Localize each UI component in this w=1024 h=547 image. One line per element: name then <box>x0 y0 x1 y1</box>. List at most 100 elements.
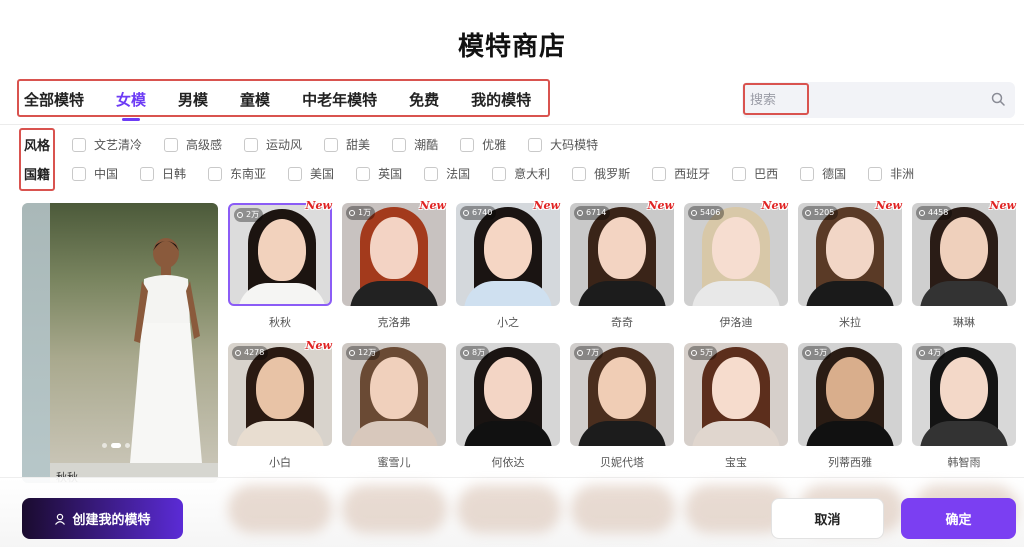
view-count: 4458 <box>928 208 949 217</box>
checkbox[interactable] <box>492 166 507 181</box>
model-photo: 12万 <box>342 343 446 446</box>
nationality-option[interactable]: 意大利 <box>492 165 550 182</box>
nationality-option[interactable]: 俄罗斯 <box>572 165 630 182</box>
carousel-dots <box>102 443 130 448</box>
style-option[interactable]: 优雅 <box>460 136 506 153</box>
checkbox[interactable] <box>140 166 155 181</box>
nationality-option[interactable]: 非洲 <box>868 165 914 182</box>
checkbox[interactable] <box>164 137 179 152</box>
search-icon[interactable] <box>991 92 1005 106</box>
view-count-badge: 4458 <box>916 206 953 220</box>
nationality-option[interactable]: 西班牙 <box>652 165 710 182</box>
nationality-option[interactable]: 巴西 <box>732 165 778 182</box>
model-face <box>484 357 532 419</box>
nationality-option[interactable]: 英国 <box>356 165 402 182</box>
model-photo: 5406 <box>684 203 788 306</box>
eye-icon <box>463 350 469 356</box>
checkbox[interactable] <box>208 166 223 181</box>
model-face <box>370 217 418 279</box>
model-card[interactable]: 4458 New 琳琳 <box>912 199 1016 330</box>
model-card[interactable]: 8万 何依达 <box>456 343 560 470</box>
view-count-badge: 4万 <box>916 346 946 360</box>
cancel-button[interactable]: 取消 <box>771 498 884 539</box>
checkbox[interactable] <box>572 166 587 181</box>
model-card[interactable]: 5万 列蒂西雅 <box>798 343 902 470</box>
carousel-dot[interactable] <box>102 443 107 448</box>
checkbox[interactable] <box>732 166 747 181</box>
checkbox[interactable] <box>356 166 371 181</box>
model-name: 韩智雨 <box>947 456 981 469</box>
checkbox[interactable] <box>868 166 883 181</box>
model-card[interactable]: 4278 New 小白 <box>228 339 332 470</box>
model-face <box>258 219 306 281</box>
view-count-badge: 8万 <box>460 346 490 360</box>
model-face <box>826 217 874 279</box>
carousel-dot[interactable] <box>125 443 130 448</box>
style-filter-row: 风格 文艺清冷 高级感 运动风 甜美 潮酷 优雅 大码模特 <box>24 135 620 154</box>
featured-model-carousel[interactable]: 秋秋 <box>22 203 218 483</box>
view-count-badge: 1万 <box>346 206 376 220</box>
nationality-option[interactable]: 中国 <box>72 165 118 182</box>
eye-icon <box>237 212 243 218</box>
checkbox[interactable] <box>288 166 303 181</box>
view-count-badge: 6714 <box>574 206 611 220</box>
model-card[interactable]: 5万 宝宝 <box>684 343 788 470</box>
model-card[interactable]: 12万 蜜雪儿 <box>342 343 446 470</box>
style-option[interactable]: 大码模特 <box>528 136 598 153</box>
model-card[interactable]: 1万 New 克洛弗 <box>342 199 446 330</box>
featured-model-photo <box>50 203 218 463</box>
model-card[interactable]: 6714 New 奇奇 <box>570 199 674 330</box>
eye-icon <box>577 350 583 356</box>
nationality-option[interactable]: 美国 <box>288 165 334 182</box>
eye-icon <box>349 210 355 216</box>
checkbox[interactable] <box>460 137 475 152</box>
model-card[interactable]: 5205 New 米拉 <box>798 199 902 330</box>
carousel-prev-slide[interactable] <box>22 203 50 483</box>
model-card[interactable]: 6740 New 小之 <box>456 199 560 330</box>
model-face <box>940 217 988 279</box>
checkbox[interactable] <box>652 166 667 181</box>
view-count-badge: 2万 <box>234 208 264 222</box>
checkbox[interactable] <box>324 137 339 152</box>
model-name: 克洛弗 <box>377 316 411 329</box>
nationality-filter-row: 国籍 中国 日韩 东南亚 美国 英国 法国 意大利 俄罗斯 西班牙 巴西 德国 … <box>24 164 936 183</box>
model-name: 宝宝 <box>725 456 747 469</box>
checkbox[interactable] <box>528 137 543 152</box>
style-option[interactable]: 高级感 <box>164 136 222 153</box>
view-count: 4万 <box>928 348 942 357</box>
style-option[interactable]: 运动风 <box>244 136 302 153</box>
checkbox[interactable] <box>392 137 407 152</box>
model-photo: 8万 <box>456 343 560 446</box>
nationality-option[interactable]: 东南亚 <box>208 165 266 182</box>
checkbox[interactable] <box>72 137 86 152</box>
checkbox[interactable] <box>244 137 259 152</box>
view-count-badge: 5万 <box>802 346 832 360</box>
view-count: 1万 <box>358 208 372 217</box>
carousel-dot-active[interactable] <box>111 443 121 448</box>
style-option[interactable]: 文艺清冷 <box>72 136 142 153</box>
checkbox[interactable] <box>72 166 86 181</box>
style-option[interactable]: 甜美 <box>324 136 370 153</box>
confirm-button[interactable]: 确定 <box>901 498 1016 539</box>
nationality-option[interactable]: 德国 <box>800 165 846 182</box>
checkbox[interactable] <box>800 166 815 181</box>
nationality-option[interactable]: 日韩 <box>140 165 186 182</box>
create-my-model-button[interactable]: 创建我的模特 <box>22 498 183 539</box>
model-face <box>826 357 874 419</box>
view-count: 5205 <box>814 208 835 217</box>
new-tag: New <box>533 199 560 212</box>
new-tag: New <box>989 199 1016 212</box>
nationality-option[interactable]: 法国 <box>424 165 470 182</box>
model-card[interactable]: 5406 New 伊洛迪 <box>684 199 788 330</box>
view-count: 5406 <box>700 208 721 217</box>
model-photo: 5万 <box>798 343 902 446</box>
user-icon <box>55 513 66 525</box>
model-photo: 1万 <box>342 203 446 306</box>
model-card[interactable]: 4万韩智雨 <box>912 343 1016 470</box>
model-card[interactable]: 7万 贝妮代塔 <box>570 343 674 470</box>
checkbox[interactable] <box>424 166 439 181</box>
model-photo: 4458 <box>912 203 1016 306</box>
search-input[interactable] <box>750 88 980 112</box>
model-card[interactable]: 2万 New 秋秋 <box>228 199 332 330</box>
style-option[interactable]: 潮酷 <box>392 136 438 153</box>
